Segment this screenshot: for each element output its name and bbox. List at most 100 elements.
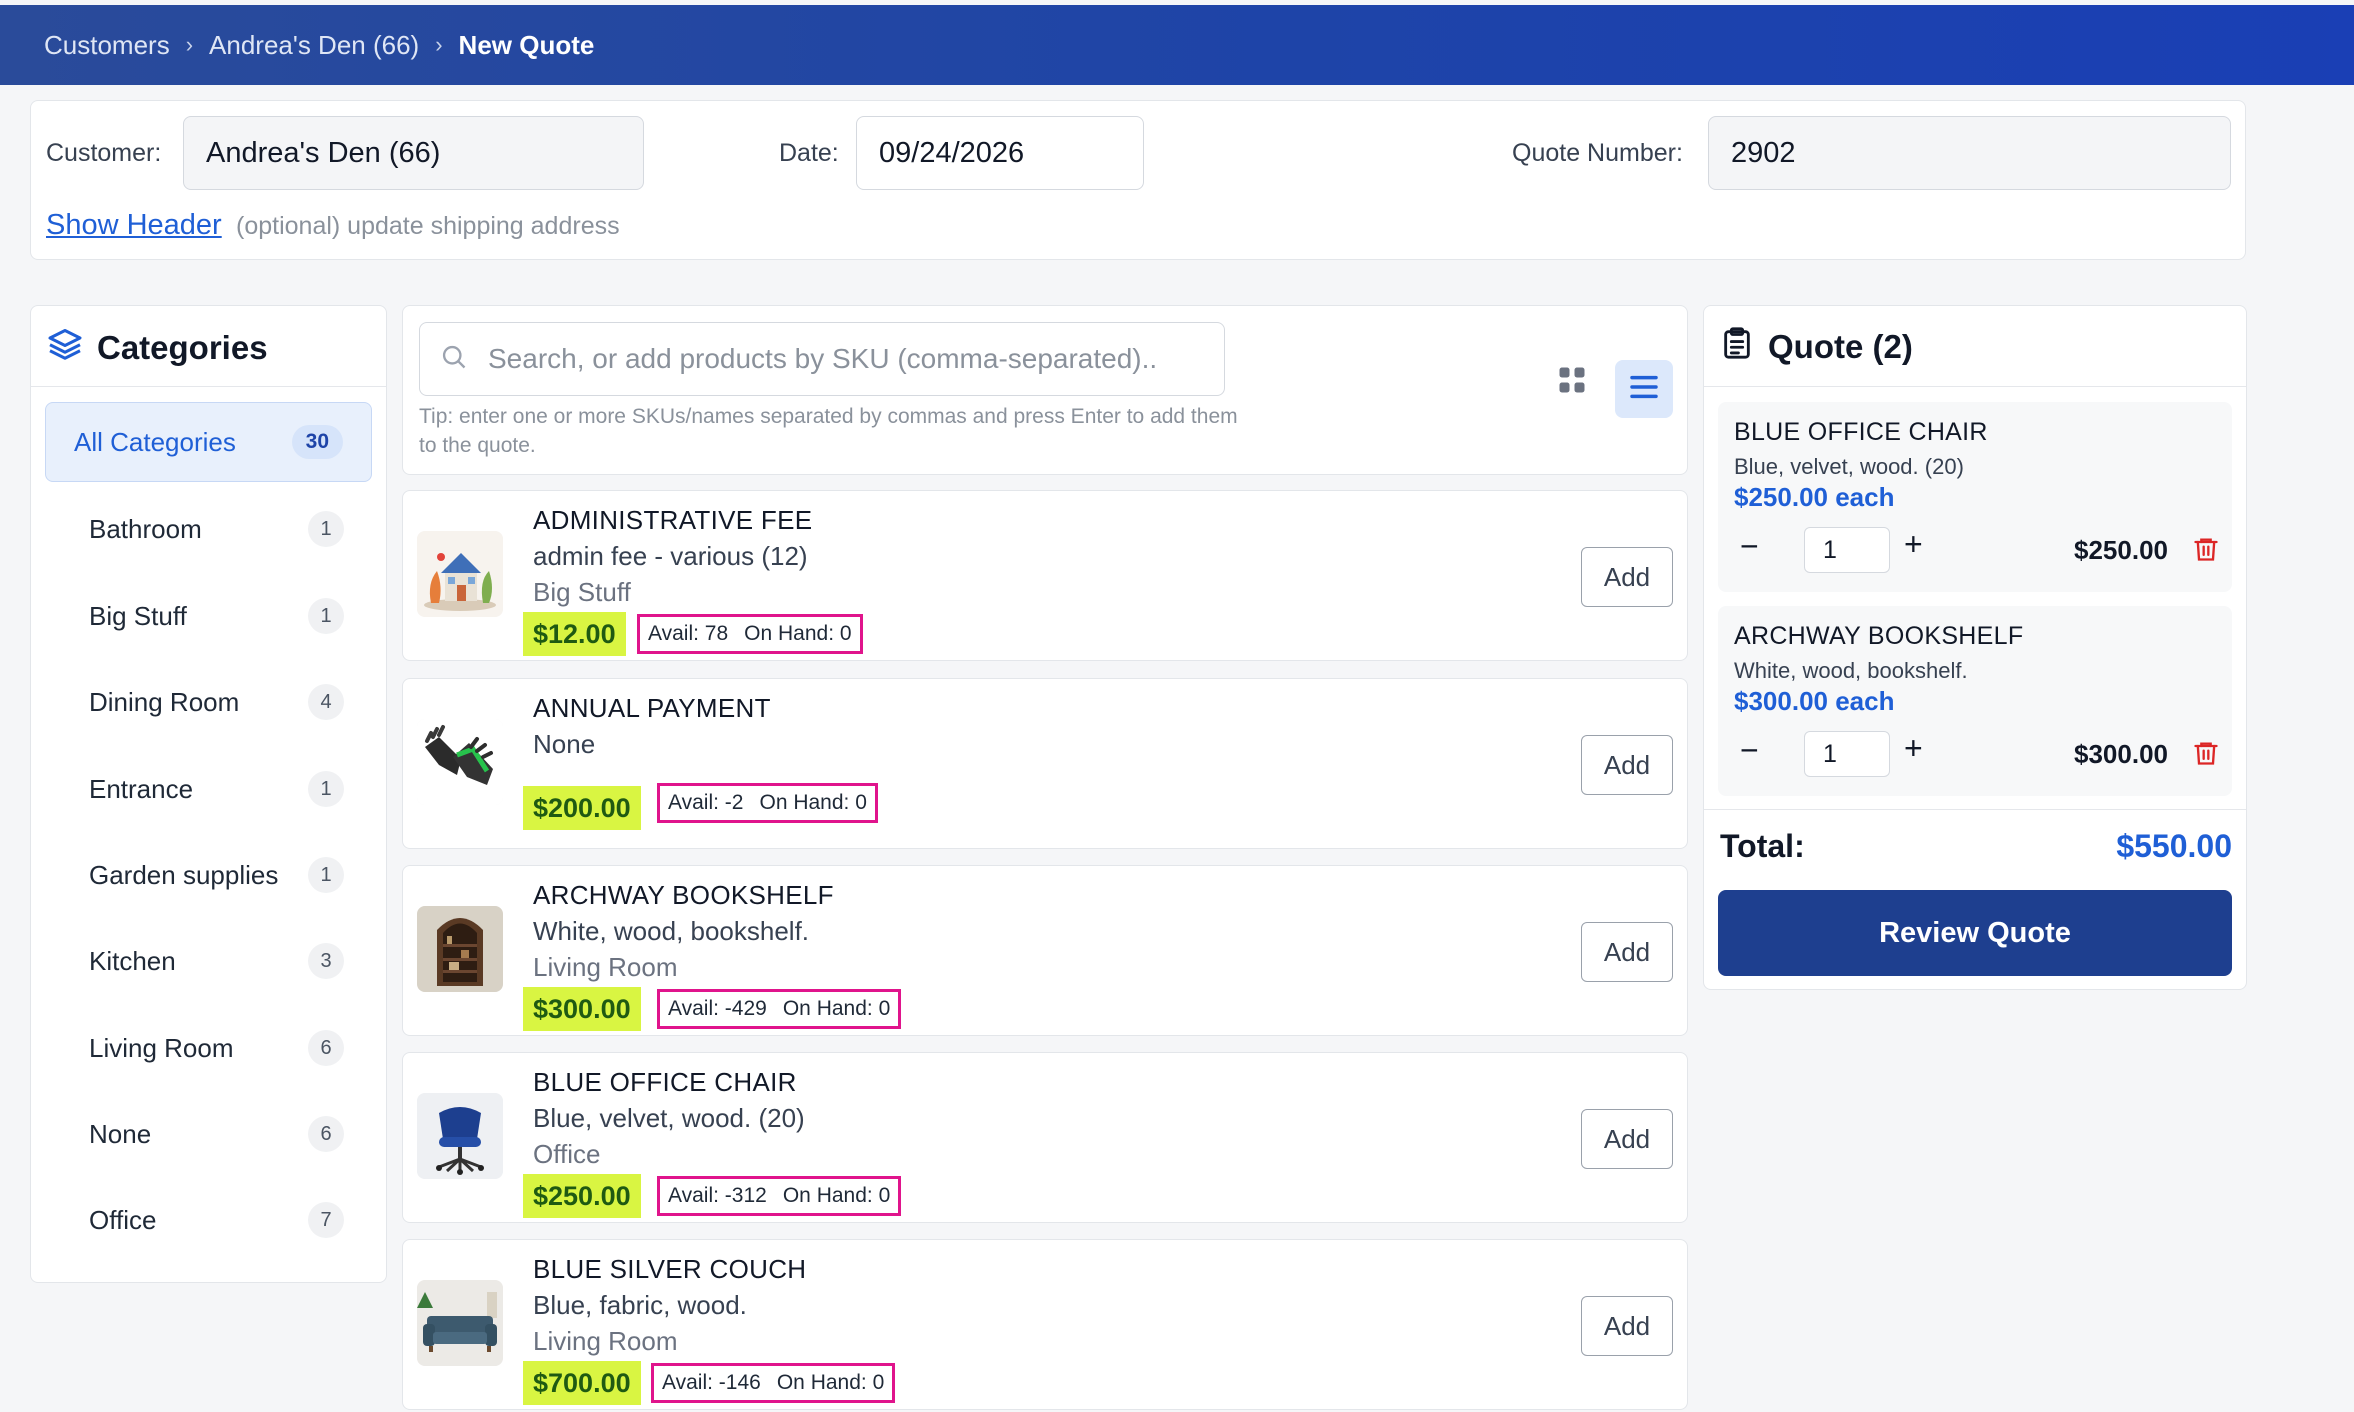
quote-item-name: ARCHWAY BOOKSHELF [1734,622,2024,650]
stock-on-hand: On Hand: 0 [782,1184,891,1207]
quote-number-label: Quote Number: [1512,139,1683,167]
search-panel: Tip: enter one or more SKUs/names separa… [402,305,1688,475]
quote-number-value: 2902 [1731,136,1796,169]
show-header-link[interactable]: Show Header [46,209,222,242]
quote-line-item: ARCHWAY BOOKSHELF White, wood, bookshelf… [1718,606,2232,796]
product-price: $250.00 [523,1174,641,1218]
stock-info: Avail: -312 On Hand: 0 [657,1176,902,1216]
categories-panel: Categories All Categories 30 Bathroom 1 … [30,305,387,1283]
category-item[interactable]: Entrance 1 [45,759,372,819]
search-box[interactable] [419,322,1225,396]
category-label: Kitchen [89,945,176,976]
stock-info: Avail: -2 On Hand: 0 [657,783,878,823]
customer-field[interactable]: Andrea's Den (66) [183,116,644,190]
category-all[interactable]: All Categories 30 [45,402,372,482]
category-item[interactable]: Dining Room 4 [45,672,372,732]
category-label: None [89,1118,152,1149]
product-description: admin fee - various (12) [533,541,808,571]
quote-header: Quote (2) [1720,326,1913,368]
category-label: Entrance [89,773,194,804]
customer-label: Customer: [46,139,162,167]
breadcrumb-current: New Quote [458,29,595,60]
category-count: 1 [308,511,344,547]
category-count: 1 [308,771,344,807]
decrease-quantity-button[interactable]: − [1740,528,1759,565]
product-category: Living Room [533,1326,678,1356]
quote-number-field[interactable]: 2902 [1708,116,2231,190]
house-illustration-icon [417,531,503,617]
review-quote-button[interactable]: Review Quote [1718,890,2232,976]
product-price: $700.00 [523,1361,641,1405]
product-card: ANNUAL PAYMENT None $200.00 Avail: -2 On… [402,678,1688,849]
date-label: Date: [779,139,839,167]
quote-item-description: Blue, velvet, wood. (20) [1734,454,1964,479]
category-label: Bathroom [89,513,202,544]
list-view-button[interactable] [1615,360,1673,418]
category-item[interactable]: None 6 [45,1104,372,1164]
couch-icon [417,1280,503,1366]
category-item[interactable]: Living Room 6 [45,1018,372,1078]
show-header-note: (optional) update shipping address [236,212,620,240]
product-card: ARCHWAY BOOKSHELF White, wood, bookshelf… [402,865,1688,1036]
add-product-button[interactable]: Add [1581,1296,1673,1356]
category-item[interactable]: Big Stuff 1 [45,586,372,646]
category-all-count: 30 [291,425,343,459]
increase-quantity-button[interactable]: + [1904,730,1923,767]
add-product-button[interactable]: Add [1581,735,1673,795]
add-product-button[interactable]: Add [1581,547,1673,607]
date-field[interactable]: 09/24/2026 [856,116,1144,190]
breadcrumb-customers[interactable]: Customers [44,30,170,61]
stock-avail: Avail: -146 [662,1371,761,1394]
category-all-label: All Categories [74,426,236,457]
product-category: Big Stuff [533,577,631,607]
product-category: Living Room [533,952,678,982]
product-description: Blue, fabric, wood. [533,1290,747,1320]
clipboard-icon [1720,326,1754,368]
category-item[interactable]: Bathroom 1 [45,499,372,559]
layers-icon [47,326,83,370]
stock-info: Avail: -146 On Hand: 0 [651,1363,896,1403]
category-item[interactable]: Office 7 [45,1190,372,1250]
product-price: $12.00 [523,612,626,656]
breadcrumb-customer[interactable]: Andrea's Den (66) [209,30,419,61]
quote-item-line-total: $250.00 [2074,535,2168,565]
search-input[interactable] [488,343,1208,375]
stock-avail: Avail: -312 [668,1184,767,1207]
quote-item-price-each: $250.00 each [1734,482,1895,512]
quantity-input[interactable] [1804,731,1890,777]
product-name: BLUE OFFICE CHAIR [533,1067,797,1097]
product-description: Blue, velvet, wood. (20) [533,1103,805,1133]
trash-icon[interactable] [2192,738,2220,773]
product-price: $200.00 [523,786,641,830]
category-label: Big Stuff [89,600,187,631]
garden-gloves-icon [417,719,503,805]
stock-info: Avail: 78 On Hand: 0 [637,614,863,654]
quote-title: Quote (2) [1768,328,1913,365]
stock-on-hand: On Hand: 0 [782,997,891,1020]
product-category: Office [533,1139,601,1169]
category-count: 6 [308,1030,344,1066]
quote-line-item: BLUE OFFICE CHAIR Blue, velvet, wood. (2… [1718,402,2232,592]
search-tip: Tip: enter one or more SKUs/names separa… [419,405,1238,457]
category-count: 1 [308,598,344,634]
add-product-button[interactable]: Add [1581,922,1673,982]
divider [1704,809,2246,810]
quote-item-price-each: $300.00 each [1734,686,1895,716]
product-name: BLUE SILVER COUCH [533,1254,807,1284]
product-description: White, wood, bookshelf. [533,916,810,946]
category-item[interactable]: Kitchen 3 [45,931,372,991]
breadcrumb: Customers › Andrea's Den (66) › New Quot… [0,5,2354,85]
product-card: BLUE OFFICE CHAIR Blue, velvet, wood. (2… [402,1052,1688,1223]
customer-field-value: Andrea's Den (66) [206,136,441,169]
grid-view-button[interactable] [1550,360,1594,404]
stock-on-hand: On Hand: 0 [776,1371,885,1394]
category-item[interactable]: Garden supplies 1 [45,845,372,905]
decrease-quantity-button[interactable]: − [1740,732,1759,769]
category-count: 6 [308,1116,344,1152]
increase-quantity-button[interactable]: + [1904,526,1923,563]
product-price: $300.00 [523,987,641,1031]
trash-icon[interactable] [2192,534,2220,569]
total-value: $550.00 [2116,828,2232,864]
add-product-button[interactable]: Add [1581,1109,1673,1169]
quantity-input[interactable] [1804,527,1890,573]
